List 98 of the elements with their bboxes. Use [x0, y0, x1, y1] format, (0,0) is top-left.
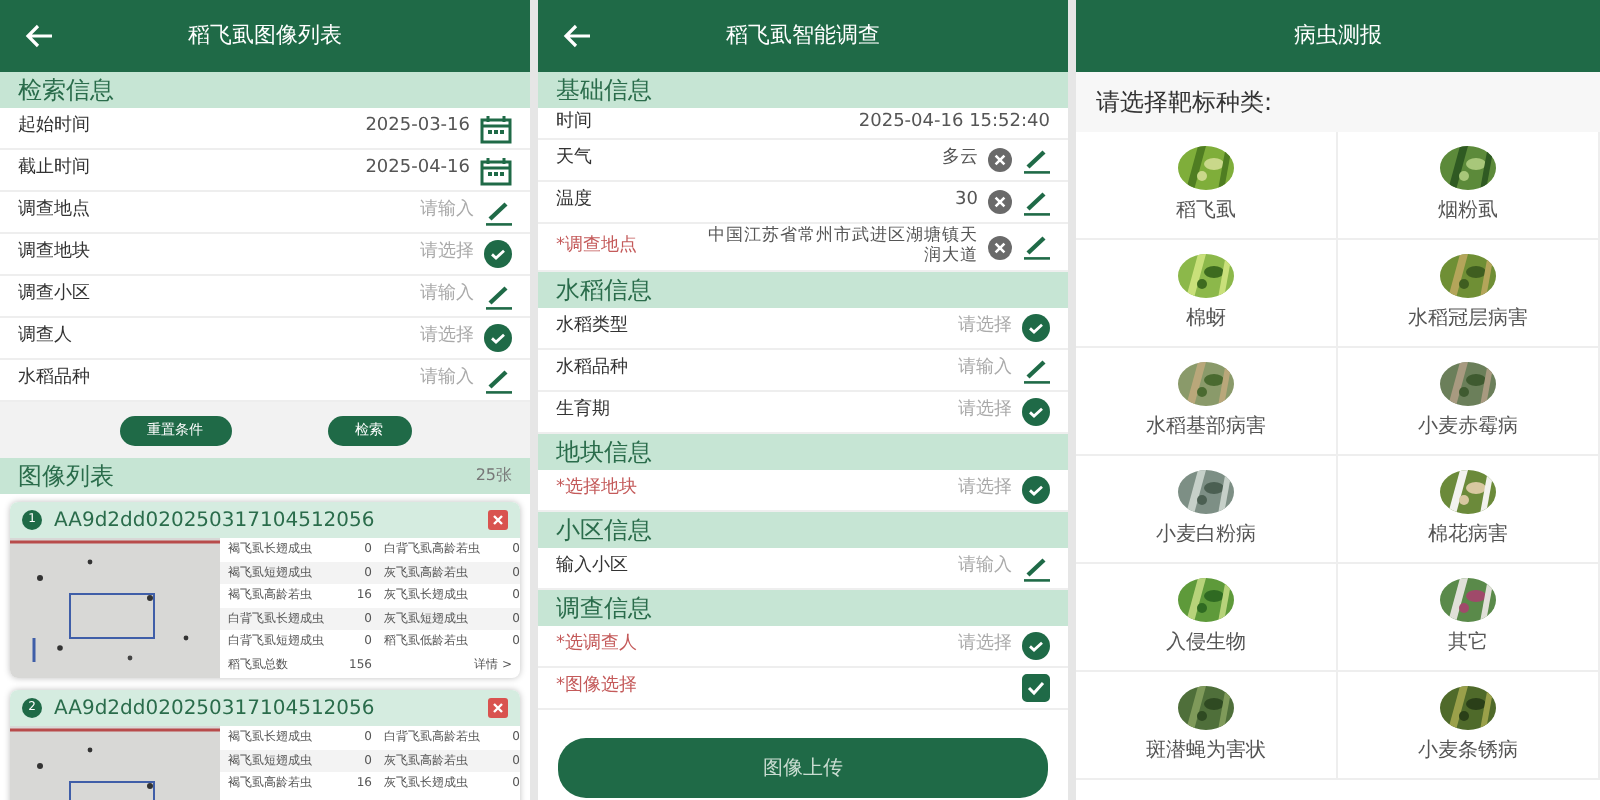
target-label: 水稻冠层病害 — [1408, 305, 1528, 333]
pencil-icon[interactable] — [484, 367, 512, 393]
back-icon[interactable] — [562, 22, 592, 50]
delete-icon[interactable] — [488, 510, 508, 530]
placeholder-text: 请选择 — [958, 632, 1012, 659]
target-label: 水稻基部病害 — [1146, 413, 1266, 441]
section-heading: 小区信息 — [538, 512, 1068, 548]
check-circle-icon[interactable] — [484, 324, 512, 352]
field-label: 天气 — [556, 146, 592, 173]
screen-title: 病虫测报 — [1294, 19, 1382, 52]
field-label: 水稻类型 — [556, 314, 628, 341]
field-value: 30 — [955, 188, 978, 215]
field-value: 2025-03-16 — [365, 114, 470, 141]
pencil-icon[interactable] — [484, 283, 512, 309]
target-label: 棉花病害 — [1428, 521, 1508, 549]
target-tile[interactable]: 斑潜蝇为害状 — [1076, 672, 1338, 780]
target-tile[interactable]: 水稻基部病害 — [1076, 348, 1338, 456]
target-label: 入侵生物 — [1166, 629, 1246, 657]
field-label: 温度 — [556, 188, 592, 215]
pencil-icon[interactable] — [1022, 357, 1050, 383]
target-tile[interactable]: 稻飞虱 — [1076, 132, 1338, 240]
target-label: 小麦条锈病 — [1418, 737, 1518, 765]
check-circle-icon[interactable] — [1022, 632, 1050, 660]
placeholder-text: 请选择 — [420, 324, 474, 351]
field-label: 调查地块 — [18, 240, 90, 267]
pencil-icon[interactable] — [1022, 555, 1050, 581]
screen-title: 稻飞虱智能调查 — [726, 19, 880, 52]
target-label: 小麦赤霉病 — [1418, 413, 1518, 441]
field-label: 输入小区 — [556, 554, 628, 581]
check-circle-icon[interactable] — [1022, 476, 1050, 504]
field-label: 水稻品种 — [556, 356, 628, 383]
target-label: 稻飞虱 — [1176, 197, 1236, 225]
record-id: AA9d2dd020250317104512056 — [54, 695, 375, 723]
field-label: 起始时间 — [18, 114, 90, 141]
target-tile[interactable]: 水稻冠层病害 — [1338, 240, 1600, 348]
clear-icon[interactable] — [988, 148, 1012, 172]
field-label: 调查人 — [18, 324, 72, 351]
field-value: 中国江苏省常州市武进区湖塘镇天润大道 — [706, 227, 978, 267]
section-heading: 地块信息 — [538, 434, 1068, 470]
pencil-icon[interactable] — [484, 199, 512, 225]
section-heading: 基础信息 — [538, 72, 1068, 108]
target-tile[interactable]: 其它 — [1338, 564, 1600, 672]
field-value: 2025-04-16 — [365, 156, 470, 183]
field-label: 截止时间 — [18, 156, 90, 183]
target-tile[interactable]: 小麦赤霉病 — [1338, 348, 1600, 456]
check-circle-icon[interactable] — [1022, 314, 1050, 342]
checkbox[interactable] — [1022, 674, 1050, 702]
record-id: AA9d2dd020250317104512056 — [54, 507, 375, 535]
upload-button[interactable]: 图像上传 — [558, 738, 1048, 798]
placeholder-text: 请输入 — [420, 198, 474, 225]
field-label: *调查地点 — [556, 233, 637, 260]
section-heading: 水稻信息 — [538, 272, 1068, 308]
calendar-icon[interactable] — [480, 113, 512, 143]
target-label: 其它 — [1448, 629, 1488, 657]
field-label: 调查小区 — [18, 282, 90, 309]
clear-icon[interactable] — [988, 235, 1012, 259]
pencil-icon[interactable] — [1022, 189, 1050, 215]
image-count: 25张 — [475, 464, 512, 488]
pencil-icon[interactable] — [1022, 147, 1050, 173]
field-label: *选调查人 — [556, 632, 637, 659]
section-heading: 调查信息 — [538, 590, 1068, 626]
field-label: *选择地块 — [556, 476, 637, 503]
placeholder-text: 请输入 — [420, 366, 474, 393]
prompt-text: 请选择靶标种类: — [1096, 86, 1273, 120]
field-value: 多云 — [942, 146, 978, 173]
back-icon[interactable] — [24, 22, 54, 50]
section-heading: 检索信息 — [0, 72, 530, 108]
target-tile[interactable]: 棉蚜 — [1076, 240, 1338, 348]
target-tile[interactable]: 烟粉虱 — [1338, 132, 1600, 240]
field-label: 水稻品种 — [18, 366, 90, 393]
target-label: 斑潜蝇为害状 — [1146, 737, 1266, 765]
target-tile[interactable]: 小麦白粉病 — [1076, 456, 1338, 564]
placeholder-text: 请输入 — [420, 282, 474, 309]
placeholder-text: 请输入 — [958, 554, 1012, 581]
screen-title: 稻飞虱图像列表 — [188, 19, 342, 52]
field-label: 时间 — [556, 109, 592, 136]
field-value: 2025-04-16 15:52:40 — [858, 109, 1050, 136]
calendar-icon[interactable] — [480, 155, 512, 185]
field-label: 调查地点 — [18, 198, 90, 225]
target-tile[interactable]: 入侵生物 — [1076, 564, 1338, 672]
target-label: 小麦白粉病 — [1156, 521, 1256, 549]
target-label: 烟粉虱 — [1438, 197, 1498, 225]
target-tile[interactable]: 小麦条锈病 — [1338, 672, 1600, 780]
target-label: 棉蚜 — [1186, 305, 1226, 333]
check-circle-icon[interactable] — [1022, 398, 1050, 426]
target-tile[interactable]: 棉花病害 — [1338, 456, 1600, 564]
field-label: *图像选择 — [556, 674, 637, 701]
placeholder-text: 请输入 — [958, 356, 1012, 383]
delete-icon[interactable] — [488, 698, 508, 718]
field-label: 生育期 — [556, 398, 610, 425]
clear-icon[interactable] — [988, 190, 1012, 214]
section-heading: 图像列表 — [18, 460, 114, 494]
placeholder-text: 请选择 — [958, 398, 1012, 425]
placeholder-text: 请选择 — [420, 240, 474, 267]
placeholder-text: 请选择 — [958, 476, 1012, 503]
check-circle-icon[interactable] — [484, 240, 512, 268]
placeholder-text: 请选择 — [958, 314, 1012, 341]
pencil-icon[interactable] — [1022, 234, 1050, 260]
